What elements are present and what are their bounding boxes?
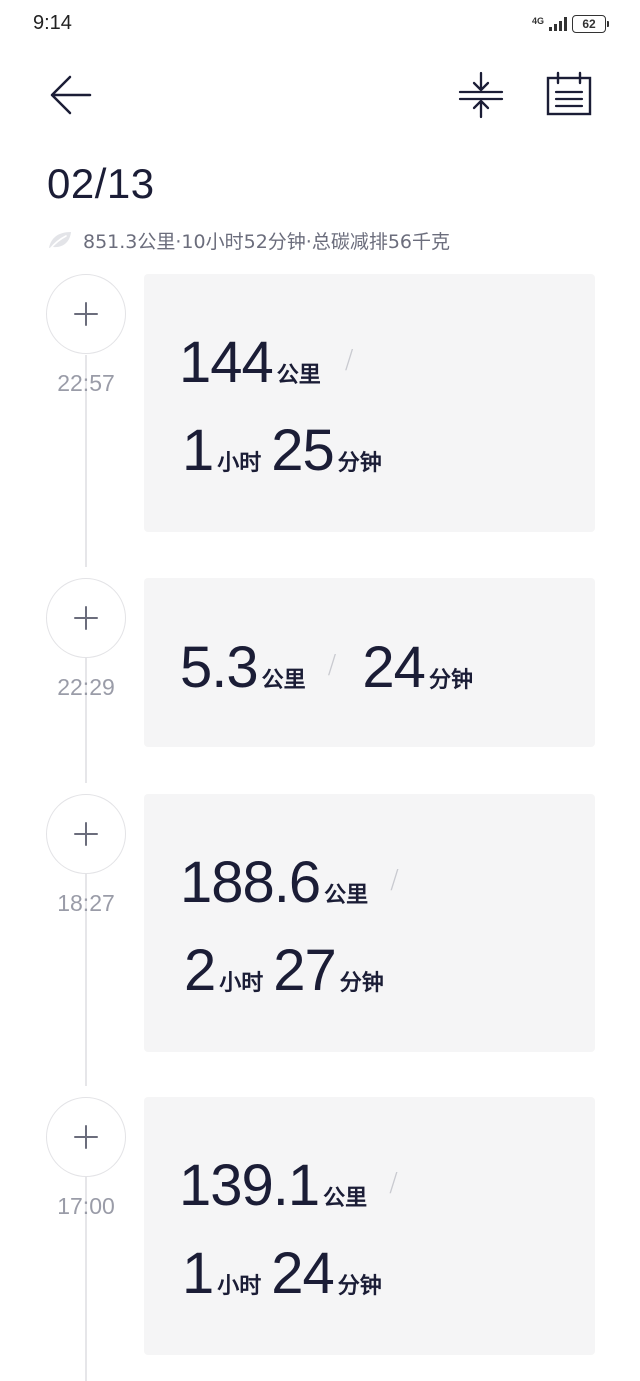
hours-unit: 小时 bbox=[217, 451, 262, 476]
distance-value: 188.6 bbox=[180, 850, 321, 915]
page-title: 02/13 bbox=[47, 160, 155, 207]
minutes-unit: 分钟 bbox=[428, 668, 473, 693]
distance-value: 144 bbox=[179, 330, 274, 395]
hours-value: 2 bbox=[184, 938, 216, 1003]
trip-time: 22:29 bbox=[57, 674, 115, 700]
trip-distance: 188.6 公里 / bbox=[180, 849, 399, 916]
expand-trip-button[interactable] bbox=[46, 578, 126, 658]
trip-card[interactable]: 188.6 公里 / 2 小时 27 分钟 bbox=[144, 794, 595, 1052]
distance-value: 5.3 bbox=[180, 635, 259, 700]
minutes-value: 24 bbox=[271, 1241, 335, 1306]
minutes-value: 24 bbox=[362, 635, 426, 700]
plus-icon bbox=[74, 822, 98, 846]
hours-value: 1 bbox=[182, 1241, 214, 1306]
status-bar: 9:14 4G 62 bbox=[0, 0, 640, 52]
minutes-value: 27 bbox=[273, 938, 337, 1003]
trip-distance: 139.1 公里 / bbox=[179, 1152, 398, 1219]
distance-unit: 公里 bbox=[323, 1186, 368, 1211]
arrow-left-icon bbox=[50, 75, 92, 115]
trip-distance: 144 公里 / bbox=[179, 329, 354, 396]
separator: / bbox=[390, 865, 399, 895]
calendar-icon bbox=[546, 71, 592, 116]
expand-trip-button[interactable] bbox=[46, 1097, 126, 1177]
status-time: 9:14 bbox=[33, 12, 72, 34]
collapse-all-button[interactable] bbox=[455, 70, 507, 120]
trip-time: 17:00 bbox=[57, 1193, 115, 1219]
trip-card[interactable]: 144 公里 / 1 小时 25 分钟 bbox=[144, 274, 595, 532]
trip-duration: 1 小时 25 分钟 bbox=[182, 417, 382, 484]
expand-trip-button[interactable] bbox=[46, 794, 126, 874]
trip-duration: 2 小时 27 分钟 bbox=[184, 937, 384, 1004]
collapse-vertical-icon bbox=[458, 71, 504, 119]
distance-value: 139.1 bbox=[179, 1153, 320, 1218]
trip-summary: 5.3 公里 / 24 分钟 bbox=[180, 634, 473, 701]
separator: / bbox=[344, 345, 354, 375]
trip-time: 18:27 bbox=[57, 890, 115, 916]
back-button[interactable] bbox=[46, 70, 96, 120]
separator: / bbox=[327, 650, 337, 680]
network-type: 4G bbox=[531, 15, 544, 26]
plus-icon bbox=[74, 606, 98, 630]
minutes-unit: 分钟 bbox=[337, 1274, 382, 1299]
expand-trip-button[interactable] bbox=[46, 274, 126, 354]
hours-value: 1 bbox=[182, 418, 214, 483]
distance-unit: 公里 bbox=[261, 668, 306, 693]
plus-icon bbox=[74, 1125, 98, 1149]
separator: / bbox=[389, 1168, 398, 1198]
trip-card[interactable]: 5.3 公里 / 24 分钟 bbox=[144, 578, 595, 747]
plus-icon bbox=[74, 302, 98, 326]
signal-icon bbox=[549, 17, 567, 31]
minutes-value: 25 bbox=[271, 418, 335, 483]
distance-unit: 公里 bbox=[324, 883, 369, 908]
trip-duration: 1 小时 24 分钟 bbox=[182, 1240, 382, 1307]
battery-level: 62 bbox=[582, 17, 596, 31]
minutes-unit: 分钟 bbox=[337, 451, 382, 476]
calendar-button[interactable] bbox=[543, 70, 595, 120]
leaf-icon bbox=[49, 232, 71, 250]
status-icons: 4G 62 bbox=[531, 15, 609, 33]
summary-text: 851.3公里·10小时52分钟·总碳减排56千克 bbox=[83, 230, 451, 253]
distance-unit: 公里 bbox=[276, 363, 321, 388]
trip-time: 22:57 bbox=[57, 370, 115, 396]
hours-unit: 小时 bbox=[219, 971, 264, 996]
hours-unit: 小时 bbox=[217, 1274, 262, 1299]
trip-card[interactable]: 139.1 公里 / 1 小时 24 分钟 bbox=[144, 1097, 595, 1355]
battery-icon: 62 bbox=[572, 15, 609, 33]
day-summary: 851.3公里·10小时52分钟·总碳减排56千克 bbox=[47, 226, 450, 254]
minutes-unit: 分钟 bbox=[339, 971, 384, 996]
